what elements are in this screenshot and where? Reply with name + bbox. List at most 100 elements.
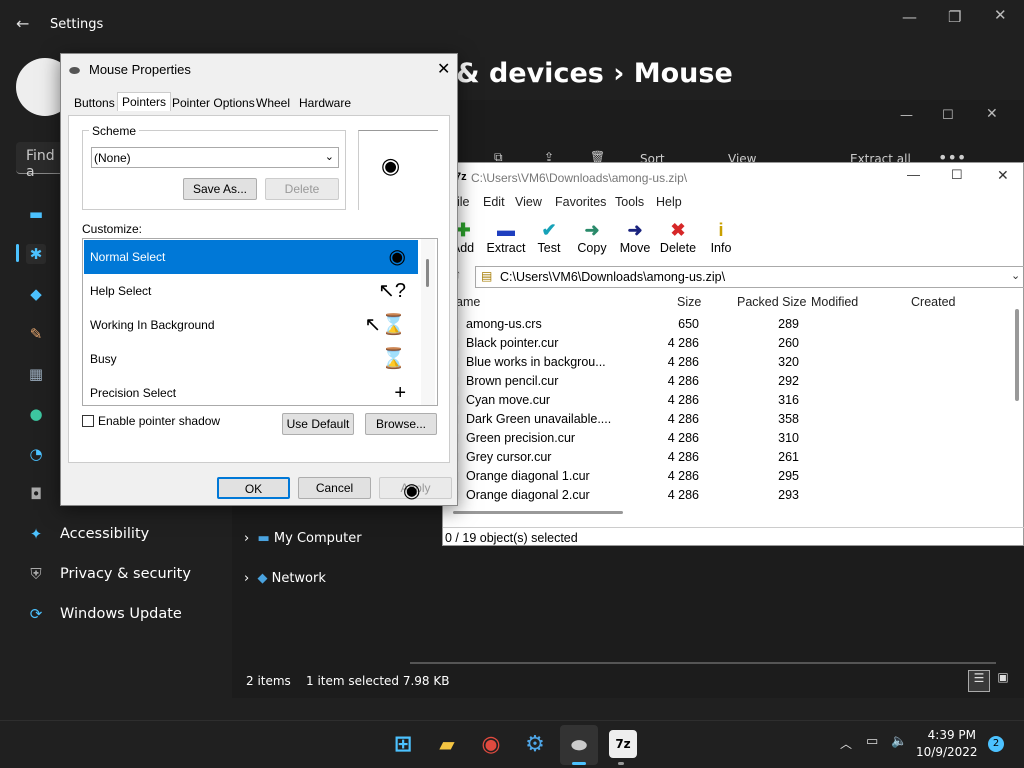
dialog-close-icon[interactable]: ✕ — [437, 59, 450, 79]
delete-button[interactable]: ✖ Delete — [654, 219, 702, 255]
pointer-list-item[interactable]: Normal Select ◉ — [84, 240, 418, 274]
horizontal-scrollbar[interactable] — [410, 662, 996, 664]
gaming-icon[interactable]: ◘ — [26, 484, 46, 504]
network-tree-icon: ◆ — [257, 571, 268, 586]
move-button[interactable]: ➜ Move — [611, 219, 659, 255]
address-bar[interactable]: C:\Users\VM6\Downloads\among-us.zip\ — [475, 266, 1024, 288]
chrome-icon[interactable]: ◉ — [477, 730, 505, 758]
file-size: 4 286 — [667, 374, 699, 388]
address-dropdown-icon[interactable]: ⌄ — [1011, 269, 1020, 282]
pointer-list-item[interactable]: Working In Background ↖⌛ — [84, 308, 418, 342]
tab-pointers[interactable]: Pointers — [117, 92, 172, 111]
file-size: 4 286 — [667, 469, 699, 483]
page-title: & devices › Mouse — [456, 58, 733, 89]
nav-privacy[interactable]: Privacy & security — [60, 566, 191, 582]
update-icon[interactable]: ⟳ — [26, 604, 46, 624]
file-explorer-icon[interactable]: ▰ — [433, 730, 461, 758]
tab-hardware[interactable]: Hardware — [299, 96, 351, 110]
clock-date[interactable]: 10/9/2022 — [916, 745, 978, 759]
file-packed-size: 289 — [778, 317, 799, 331]
zip-vertical-scrollbar[interactable] — [1015, 309, 1019, 401]
col-packed[interactable]: Packed Size — [737, 295, 806, 309]
list-scrollbar-thumb[interactable] — [426, 259, 429, 287]
delete-scheme-button[interactable]: Delete — [265, 178, 339, 200]
col-modified[interactable]: Modified — [811, 295, 858, 309]
nav-windows-update[interactable]: Windows Update — [60, 606, 182, 622]
test-button[interactable]: ✔ Test — [525, 219, 573, 255]
menu-help[interactable]: Help — [656, 195, 682, 209]
zip-minimize-icon[interactable]: — — [907, 167, 920, 182]
cursor-preview: ◉ — [358, 130, 438, 210]
extract-button[interactable]: ▬ Extract — [482, 219, 530, 255]
apps-icon[interactable]: ▦ — [26, 364, 46, 384]
use-default-button[interactable]: Use Default — [282, 413, 354, 435]
menu-favorites[interactable]: Favorites — [555, 195, 606, 209]
close-icon[interactable]: ✕ — [994, 6, 1007, 24]
file-size: 4 286 — [667, 355, 699, 369]
save-as-button[interactable]: Save As... — [183, 178, 257, 200]
col-created[interactable]: Created — [911, 295, 955, 309]
col-size[interactable]: Size — [677, 295, 701, 309]
zip-maximize-icon[interactable]: ☐ — [951, 167, 963, 183]
browse-button[interactable]: Browse... — [365, 413, 437, 435]
menu-view[interactable]: View — [515, 195, 542, 209]
info-button[interactable]: i Info — [697, 219, 745, 255]
tab-wheel[interactable]: Wheel — [256, 96, 290, 110]
pointer-role-label: Normal Select — [90, 250, 166, 264]
pointer-list-item[interactable]: Busy ⌛ — [84, 342, 418, 376]
tiles-view-icon[interactable]: ▣ — [992, 670, 1014, 692]
zip-horizontal-scrollbar[interactable] — [453, 511, 623, 514]
file-packed-size: 295 — [778, 469, 799, 483]
copy-button[interactable]: ➜ Copy — [568, 219, 616, 255]
file-packed-size: 310 — [778, 431, 799, 445]
tab-pointer-options[interactable]: Pointer Options — [172, 96, 255, 110]
maximize-icon[interactable]: ❐ — [948, 8, 961, 26]
explorer-close-icon[interactable]: ✕ — [986, 106, 998, 122]
minimize-icon[interactable]: — — [902, 8, 917, 26]
network-status-icon[interactable]: ▭ — [866, 734, 878, 749]
zip-close-icon[interactable]: ✕ — [997, 167, 1009, 184]
settings-gear-icon[interactable]: ⚙ — [521, 730, 549, 758]
file-packed-size: 358 — [778, 412, 799, 426]
pointer-list-item[interactable]: Precision Select + — [84, 376, 418, 405]
system-icon[interactable]: ▬ — [26, 204, 46, 224]
7zip-taskbar-icon[interactable]: 7z — [609, 730, 637, 758]
mouse-app-icon[interactable]: ⬬ — [560, 725, 598, 765]
time-icon[interactable]: ◔ — [26, 444, 46, 464]
explorer-maximize-icon[interactable]: ☐ — [942, 108, 954, 123]
accessibility-icon[interactable]: ✦ — [26, 524, 46, 544]
shield-icon[interactable]: ⛨ — [26, 564, 46, 584]
move-arrow-icon: ➜ — [627, 220, 643, 240]
menu-tools[interactable]: Tools — [615, 195, 644, 209]
volume-icon[interactable]: 🔈 — [891, 734, 907, 749]
network-icon[interactable]: ◆ — [26, 284, 46, 304]
cancel-button[interactable]: Cancel — [298, 477, 371, 499]
zip-folder-icon: ▤ — [481, 269, 493, 283]
tab-buttons[interactable]: Buttons — [74, 96, 115, 110]
details-view-icon[interactable]: ☰ — [968, 670, 990, 692]
list-scrollbar[interactable] — [421, 239, 435, 405]
menu-file[interactable]: ile — [457, 195, 470, 209]
bluetooth-icon[interactable]: ✱ — [26, 244, 46, 264]
pointer-list-item[interactable]: Help Select ↖? — [84, 274, 418, 308]
chevron-up-icon[interactable]: ︿ — [840, 735, 852, 752]
pointer-list[interactable]: Normal Select ◉ Help Select ↖? Working In Ba… — [82, 238, 438, 406]
notification-badge[interactable]: 2 — [988, 736, 1004, 752]
explorer-minimize-icon[interactable]: — — [900, 108, 913, 123]
clock-time[interactable]: 4:39 PM — [920, 728, 976, 742]
scheme-select[interactable]: (None) ⌄ — [91, 147, 339, 168]
checkbox-box[interactable] — [82, 415, 94, 427]
ok-button[interactable]: OK — [217, 477, 290, 499]
nav-accessibility[interactable]: Accessibility — [60, 526, 149, 542]
start-icon[interactable]: ⊞ — [389, 730, 417, 758]
menu-edit[interactable]: Edit — [483, 195, 505, 209]
personalization-icon[interactable]: ✎ — [26, 324, 46, 344]
pointer-shadow-checkbox[interactable]: Enable pointer shadow — [82, 414, 220, 428]
tree-item-network[interactable]: › ◆ Network — [244, 571, 326, 586]
file-size: 4 286 — [667, 336, 699, 350]
tree-item-my-computer[interactable]: › ▬ My Computer — [244, 531, 362, 546]
back-arrow-icon[interactable]: ← — [16, 14, 29, 33]
pointer-role-label: Help Select — [90, 284, 152, 298]
accounts-icon[interactable]: ● — [26, 404, 46, 424]
file-name: Dark Green unavailable.... — [466, 412, 612, 426]
